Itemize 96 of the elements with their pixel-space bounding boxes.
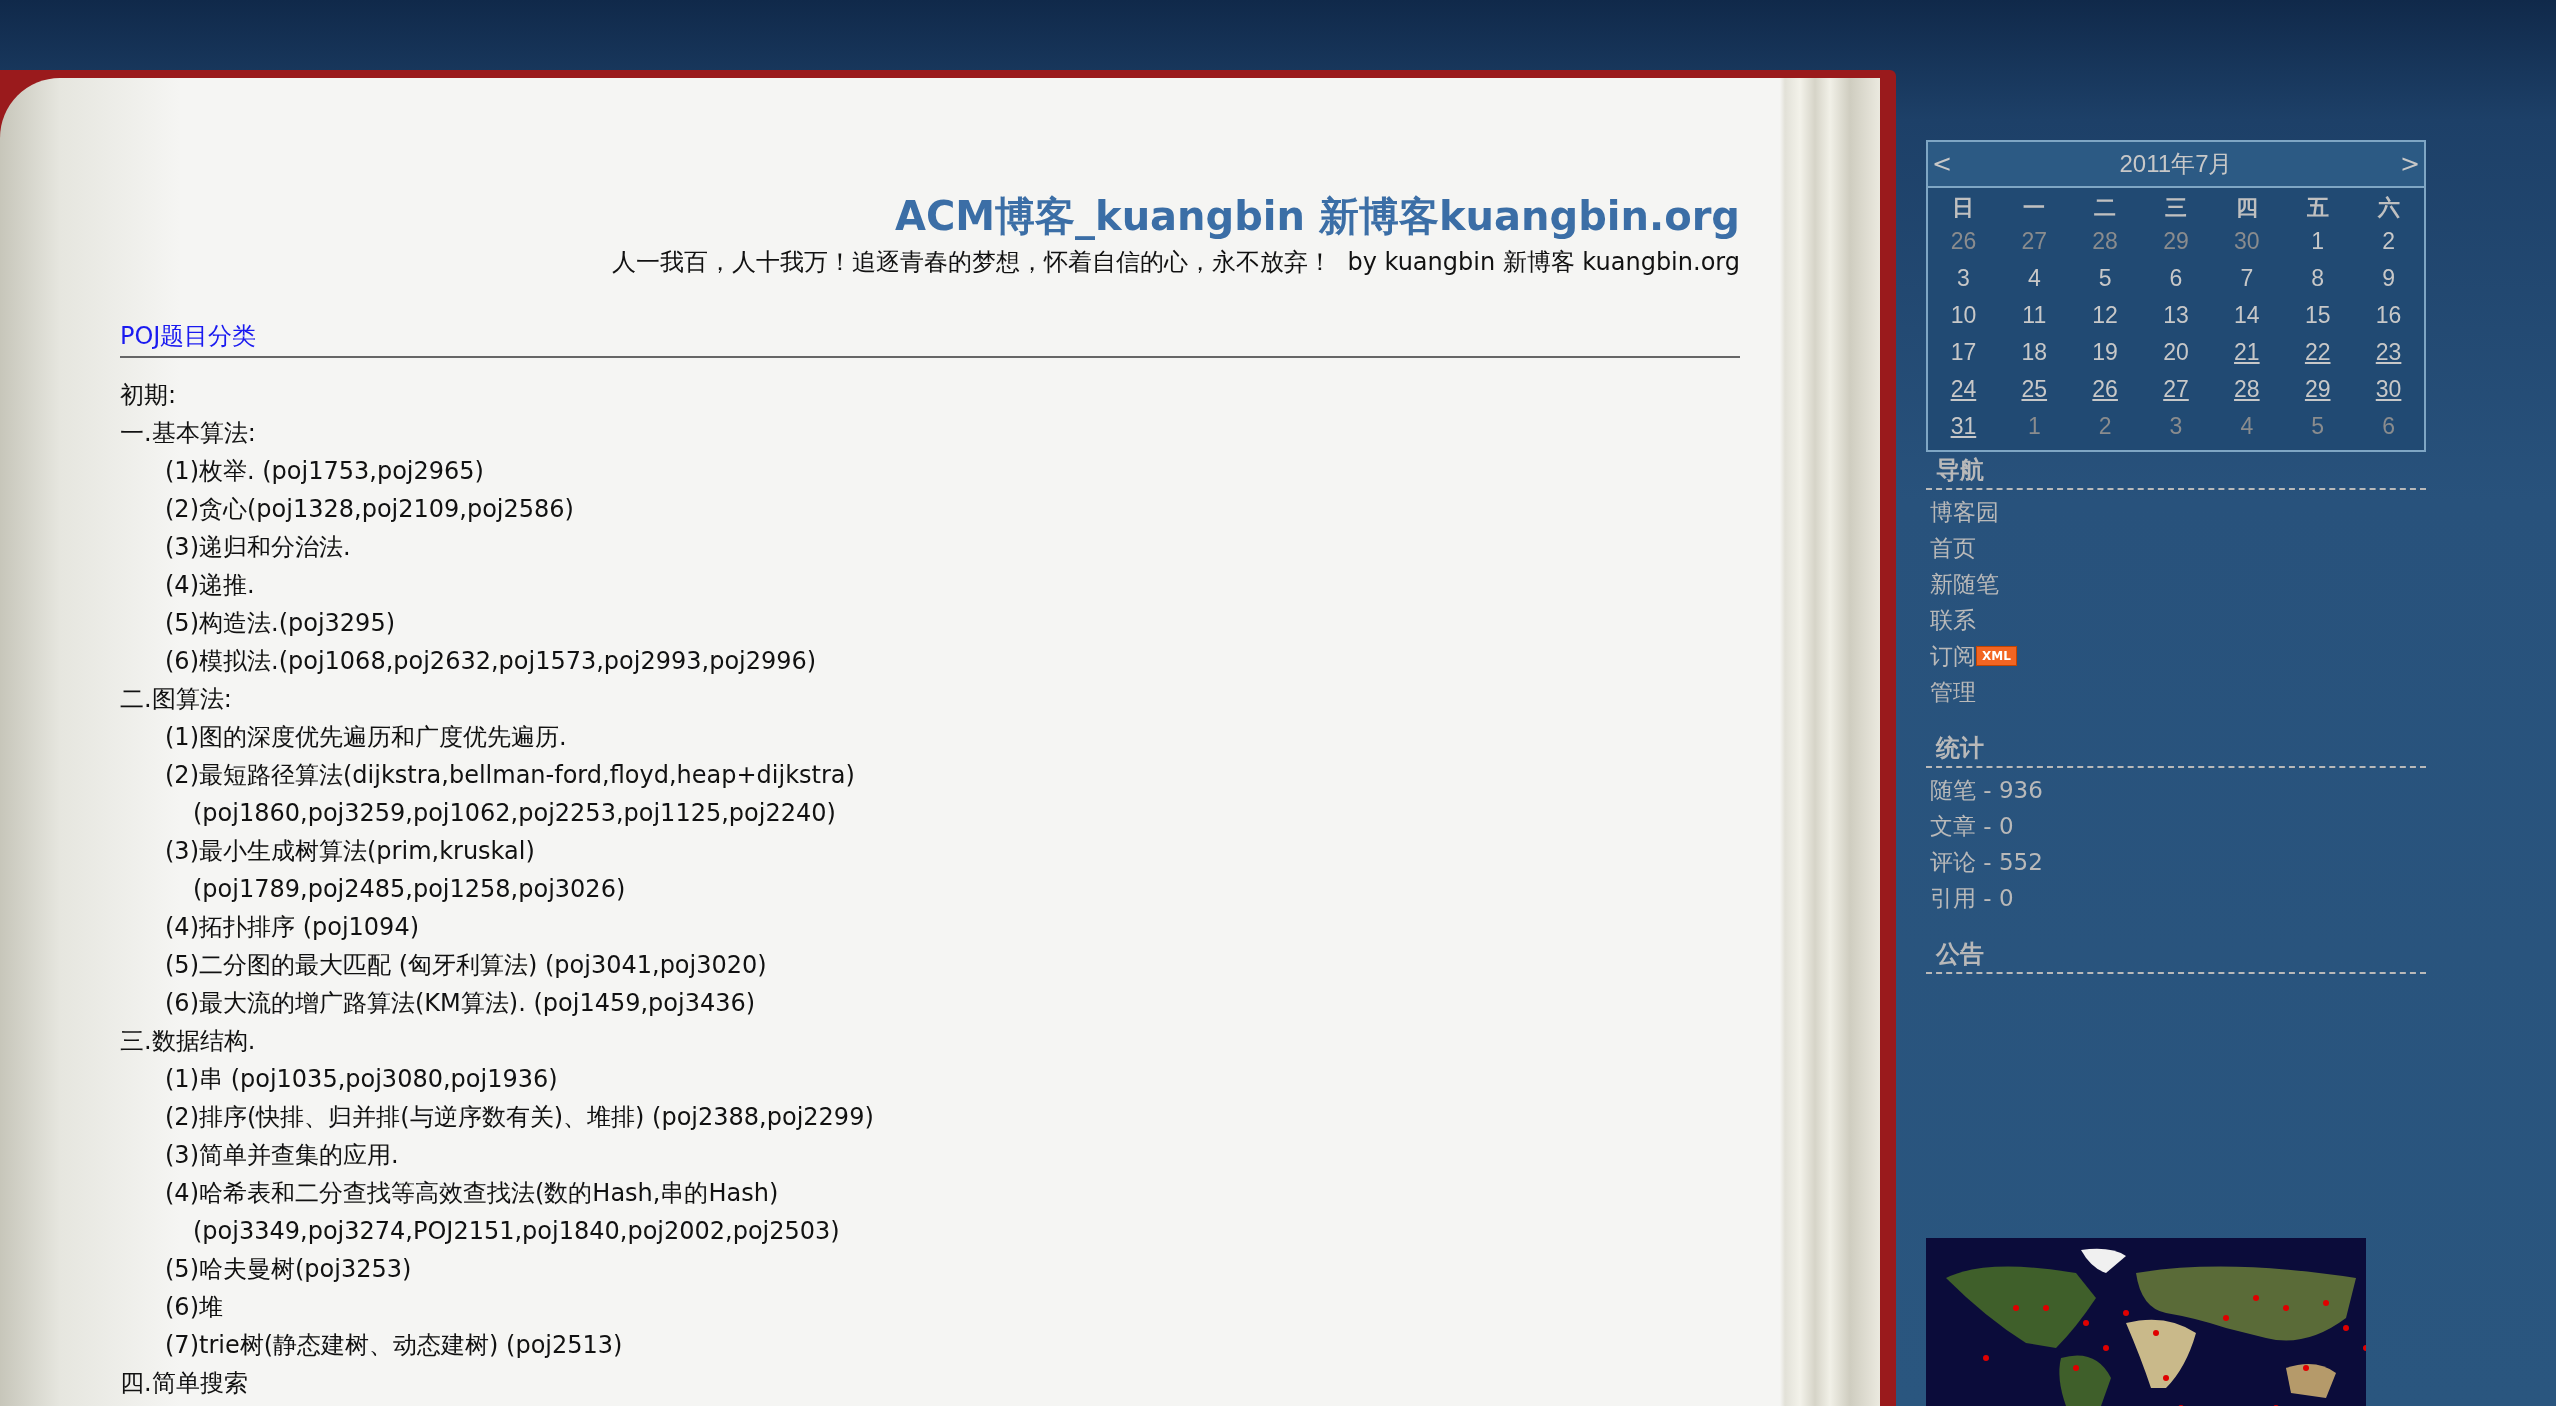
blog-subtitle: 人一我百，人十我万！追逐青春的梦想，怀着自信的心，永不放弃！ by kuangbin 新博客 kuangbin.org (611, 247, 1740, 278)
weekday-label: 二 (2093, 193, 2118, 222)
calendar-day: 9 (2382, 265, 2395, 291)
blog-title[interactable]: ACM博客_kuangbin 新博客kuangbin.org (894, 188, 1740, 244)
stat-text: 随笔 - 936 (1930, 775, 2043, 805)
calendar-day: 26 (1950, 228, 1977, 254)
calendar-day-link[interactable]: 22 (2304, 339, 2331, 365)
calendar-day: 11 (2022, 302, 2047, 328)
nav-link[interactable]: 订阅 (1930, 640, 1976, 672)
weekday-label: 四 (2234, 193, 2259, 222)
list-item: (4)递推. (165, 570, 255, 601)
calendar-day-link[interactable]: 28 (2234, 376, 2260, 402)
section-heading: 公告 (1934, 939, 1984, 970)
list-item: (5)哈夫曼树(poj3253) (165, 1254, 412, 1285)
weekday-label: 一 (2022, 193, 2047, 222)
calendar-day: 16 (2375, 302, 2402, 328)
calendar-day: 19 (2092, 339, 2118, 365)
calendar-day: 2 (2098, 413, 2112, 439)
calendar-day: 29 (2163, 228, 2189, 254)
list-item: (6)堆 (165, 1292, 223, 1323)
list-item: (3)递归和分治法. (165, 532, 351, 563)
post-title-link[interactable]: POJ题目分类 (120, 320, 257, 352)
weekday-label: 五 (2305, 193, 2330, 222)
nav-link[interactable]: 博客园 (1930, 496, 1999, 528)
nav-link[interactable]: 首页 (1930, 532, 1976, 564)
calendar-day: 30 (2234, 228, 2260, 254)
list-item: (5)构造法.(poj3295) (165, 608, 395, 639)
calendar-day: 13 (2163, 302, 2189, 328)
problem-list: (poj3349,poj3274,POJ2151,poj1840,poj2002,poj2503) (193, 1212, 840, 1250)
calendar-day: 5 (2098, 265, 2112, 291)
category-heading: 三.数据结构. (120, 1026, 256, 1057)
calendar-day: 2 (2382, 228, 2395, 254)
calendar-day: 4 (2027, 265, 2041, 291)
list-item: (7)trie树(静态建树、动态建树) (poj2513) (165, 1330, 623, 1361)
calendar-day: 6 (2169, 265, 2183, 291)
list-item: (1)图的深度优先遍历和广度优先遍历. (165, 722, 567, 753)
nav-link[interactable]: 新随笔 (1930, 568, 1999, 600)
calendar-day: 17 (1950, 339, 1977, 365)
list-item: (3)简单并查集的应用. (165, 1140, 399, 1171)
weekday-label: 日 (1951, 193, 1976, 222)
calendar-day: 15 (2304, 302, 2331, 328)
previous-month-link[interactable]: < (1932, 150, 1953, 178)
calendar-day-link[interactable]: 26 (2092, 376, 2118, 402)
list-item: (2)最短路径算法(dijkstra,bellman-ford,floyd,heap+dijkstra) (165, 760, 855, 791)
list-item: (2)排序(快排、归并排(与逆序数有关)、堆排) (poj2388,poj2299) (165, 1102, 874, 1133)
calendar-day: 5 (2311, 413, 2325, 439)
calendar-day: 3 (1957, 265, 1970, 291)
calendar-day-link[interactable]: 30 (2375, 376, 2402, 402)
list-item: (1)串 (poj1035,poj3080,poj1936) (165, 1064, 558, 1095)
category-heading: 四.简单搜索 (120, 1368, 248, 1399)
stat-text: 引用 - 0 (1930, 883, 2014, 913)
calendar-day: 7 (2240, 265, 2254, 291)
problem-list: (poj1789,poj2485,poj1258,poj3026) (193, 870, 626, 908)
section-heading: 导航 (1935, 455, 1984, 486)
list-item: (6)最大流的增广路算法(KM算法). (poj1459,poj3436) (165, 988, 756, 1019)
list-item: (4)拓扑排序 (poj1094) (165, 912, 419, 943)
list-item: (2)贪心(poj1328,poj2109,poj2586) (165, 494, 574, 525)
next-month-link[interactable]: > (2399, 150, 2420, 178)
calendar-day: 14 (2234, 302, 2260, 328)
calendar-day-link[interactable]: 31 (1950, 413, 1977, 439)
calendar-day: 20 (2163, 339, 2189, 365)
calendar-day: 4 (2240, 413, 2254, 439)
calendar-day: 18 (2021, 339, 2048, 365)
calendar-day: 8 (2311, 265, 2325, 291)
xml-badge[interactable]: XML (1976, 646, 2017, 666)
calendar-day-link[interactable]: 24 (1950, 376, 1977, 402)
list-item: (5)二分图的最大匹配 (匈牙利算法) (poj3041,poj3020) (165, 950, 767, 981)
list-item: (6)模拟法.(poj1068,poj2632,poj1573,poj2993,poj2996) (165, 646, 817, 677)
calendar-day-link[interactable]: 25 (2021, 376, 2048, 402)
stat-text: 评论 - 552 (1930, 847, 2043, 877)
weekday-label: 三 (2164, 193, 2188, 222)
problem-list: (poj1860,poj3259,poj1062,poj2253,poj1125,poj2240) (193, 794, 836, 832)
nav-link[interactable]: 联系 (1930, 604, 1976, 636)
calendar-day: 28 (2092, 228, 2118, 254)
weekday-label: 六 (2376, 193, 2401, 222)
calendar-day: 12 (2092, 302, 2118, 328)
calendar-day: 27 (2021, 228, 2048, 254)
calendar-day: 1 (2311, 228, 2325, 254)
list-item: (3)最小生成树算法(prim,kruskal) (165, 836, 535, 867)
list-item: (4)哈希表和二分查找等高效查找法(数的Hash,串的Hash) (165, 1178, 779, 1209)
nav-link[interactable]: 管理 (1930, 676, 1976, 708)
category-heading: 二.图算法: (120, 684, 232, 715)
calendar-month: 2011年7月 (2119, 149, 2233, 179)
calendar-day: 3 (2169, 413, 2183, 439)
category-heading: 一.基本算法: (120, 418, 256, 449)
stat-text: 文章 - 0 (1930, 811, 2014, 841)
calendar-day-link[interactable]: 27 (2163, 376, 2189, 402)
body-text: 初期: (120, 380, 177, 411)
calendar-day-link[interactable]: 23 (2375, 339, 2402, 365)
calendar-day-link[interactable]: 21 (2234, 339, 2260, 365)
list-item: (1)枚举. (poj1753,poj2965) (165, 456, 484, 487)
calendar-day: 6 (2382, 413, 2395, 439)
calendar-day: 1 (2027, 413, 2041, 439)
section-heading: 统计 (1934, 733, 1984, 764)
calendar-day-link[interactable]: 29 (2304, 376, 2331, 402)
calendar-day: 10 (1950, 302, 1977, 328)
